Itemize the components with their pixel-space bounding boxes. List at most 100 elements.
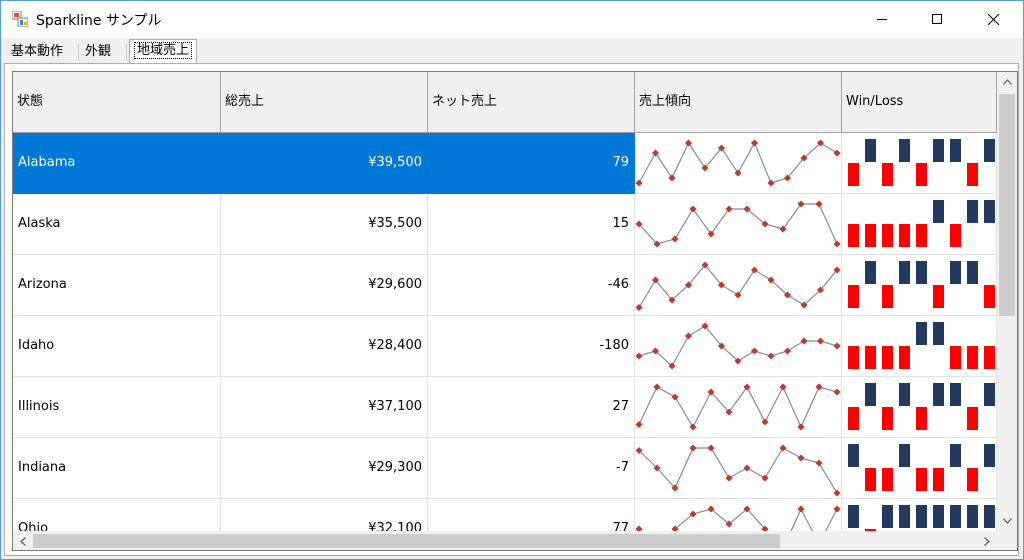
column-header-total-sales[interactable]: 総売上 — [221, 72, 428, 133]
table-row[interactable]: Arizona ¥29,600 -46 — [13, 255, 997, 316]
loss-bar — [882, 285, 893, 308]
sales-trend-cell[interactable] — [635, 438, 842, 499]
win-loss-cell[interactable] — [842, 316, 997, 377]
net-sales-cell[interactable]: -7 — [428, 438, 635, 499]
win-bar — [950, 444, 961, 467]
total-sales-cell[interactable]: ¥28,400 — [221, 316, 428, 377]
horizontal-scrollbar[interactable] — [13, 531, 997, 550]
sparkline-point-marker — [816, 337, 825, 345]
sales-trend-sparkline — [635, 261, 841, 312]
sparkline-point-marker — [635, 303, 643, 312]
total-sales-cell[interactable]: ¥35,500 — [221, 194, 428, 255]
sparkline-point-marker — [635, 179, 643, 187]
win-loss-sparkline — [848, 444, 995, 491]
total-sales-cell[interactable]: ¥29,600 — [221, 255, 428, 316]
table-row[interactable]: Alaska ¥35,500 15 — [13, 194, 997, 255]
close-icon — [987, 13, 999, 25]
column-header-net-sales[interactable]: ネット売上 — [428, 72, 635, 133]
state-cell[interactable]: Arizona — [13, 255, 221, 316]
scroll-left-button[interactable] — [13, 531, 33, 550]
net-sales-cell[interactable]: 15 — [428, 194, 635, 255]
tab-appearance[interactable]: 外観 — [81, 42, 115, 62]
sparkline-point-marker — [779, 444, 787, 452]
scroll-down-button[interactable] — [997, 511, 1017, 531]
column-header-state[interactable]: 状態 — [13, 72, 221, 133]
sparkline-point-marker — [761, 418, 769, 426]
window-title: Sparkline サンプル — [36, 13, 162, 29]
state-cell[interactable]: Alaska — [13, 194, 221, 255]
tab-label: 地域売上 — [134, 42, 193, 59]
loss-bar — [967, 468, 978, 491]
table-row[interactable]: Illinois ¥37,100 27 — [13, 377, 997, 438]
sales-trend-cell[interactable] — [635, 194, 842, 255]
loss-bar — [916, 407, 927, 430]
minimize-button[interactable] — [859, 1, 905, 37]
state-cell[interactable]: Alabama — [13, 133, 221, 194]
loss-bar — [848, 285, 859, 308]
win-bar — [916, 261, 927, 284]
net-sales-cell[interactable]: -46 — [428, 255, 635, 316]
total-sales-cell[interactable]: ¥39,500 — [221, 133, 428, 194]
sales-trend-cell[interactable] — [635, 377, 842, 438]
loss-bar — [865, 224, 876, 247]
sparkline-point-marker — [725, 474, 733, 482]
sales-trend-cell[interactable] — [635, 255, 842, 316]
table-row[interactable]: Idaho ¥28,400 -180 — [13, 316, 997, 377]
state-cell[interactable]: Illinois — [13, 377, 221, 438]
net-sales-cell[interactable]: 79 — [428, 133, 635, 194]
sales-trend-cell[interactable] — [635, 133, 842, 194]
total-sales-cell[interactable]: ¥37,100 — [221, 377, 428, 438]
sales-grid[interactable]: 状態 総売上 ネット売上 売上傾向 Win/Loss Alabama ¥39,50… — [12, 71, 1018, 551]
loss-bar — [950, 224, 961, 247]
sparkline-point-marker — [684, 139, 693, 147]
state-cell[interactable]: Idaho — [13, 316, 221, 377]
vertical-scrollbar[interactable] — [997, 72, 1017, 531]
sparkline-point-marker — [651, 149, 660, 157]
sparkline-series-line — [638, 447, 838, 494]
net-sales-cell[interactable]: 27 — [428, 377, 635, 438]
loss-bar — [916, 163, 927, 186]
win-loss-cell[interactable] — [842, 255, 997, 316]
total-sales-cell[interactable]: ¥29,300 — [221, 438, 428, 499]
tab-regional-sales[interactable]: 地域売上 — [129, 39, 198, 63]
close-button[interactable] — [970, 1, 1016, 37]
win-loss-cell[interactable] — [842, 377, 997, 438]
sparkline-app-icon — [12, 11, 28, 27]
scroll-up-button[interactable] — [997, 72, 1017, 92]
win-loss-cell[interactable] — [842, 194, 997, 255]
maximize-button[interactable] — [914, 1, 960, 37]
table-row[interactable]: Indiana ¥29,300 -7 — [13, 438, 997, 499]
win-bar — [950, 139, 961, 162]
loss-bar — [967, 163, 978, 186]
win-bar — [933, 505, 944, 528]
column-header-win-loss[interactable]: Win/Loss — [842, 72, 997, 133]
loss-bar — [865, 468, 876, 491]
win-loss-cell[interactable] — [842, 438, 997, 499]
tab-label: 基本動作 — [11, 44, 64, 59]
net-sales-cell[interactable]: -180 — [428, 316, 635, 377]
sales-trend-cell[interactable] — [635, 316, 842, 377]
sparkline-point-marker — [833, 240, 841, 248]
grid-header: 状態 総売上 ネット売上 売上傾向 Win/Loss — [13, 72, 997, 133]
sales-trend-sparkline — [635, 139, 841, 187]
title-bar[interactable]: Sparkline サンプル — [1, 1, 1023, 38]
state-cell[interactable]: Indiana — [13, 438, 221, 499]
column-header-sales-trend[interactable]: 売上傾向 — [635, 72, 842, 133]
win-loss-sparkline — [848, 139, 995, 186]
app-window: Sparkline サンプル 基本動作 外観 地域売上 状態 総売上 ネット売上… — [0, 0, 1024, 560]
vertical-scroll-thumb[interactable] — [999, 94, 1015, 316]
arrow-up-icon — [1002, 79, 1012, 85]
win-loss-cell[interactable] — [842, 133, 997, 194]
scroll-corner — [997, 531, 1017, 550]
horizontal-scroll-thumb[interactable] — [33, 534, 780, 548]
table-row[interactable]: Alabama ¥39,500 79 — [13, 133, 997, 194]
loss-bar — [848, 346, 859, 369]
sparkline-point-marker — [750, 266, 759, 274]
sparkline-point-marker — [635, 420, 643, 429]
scroll-right-button[interactable] — [977, 531, 997, 550]
sparkline-point-marker — [750, 347, 759, 355]
loss-bar — [848, 224, 859, 247]
loss-bar — [899, 346, 910, 369]
tab-basic-operation[interactable]: 基本動作 — [7, 42, 67, 62]
loss-bar — [933, 285, 944, 308]
